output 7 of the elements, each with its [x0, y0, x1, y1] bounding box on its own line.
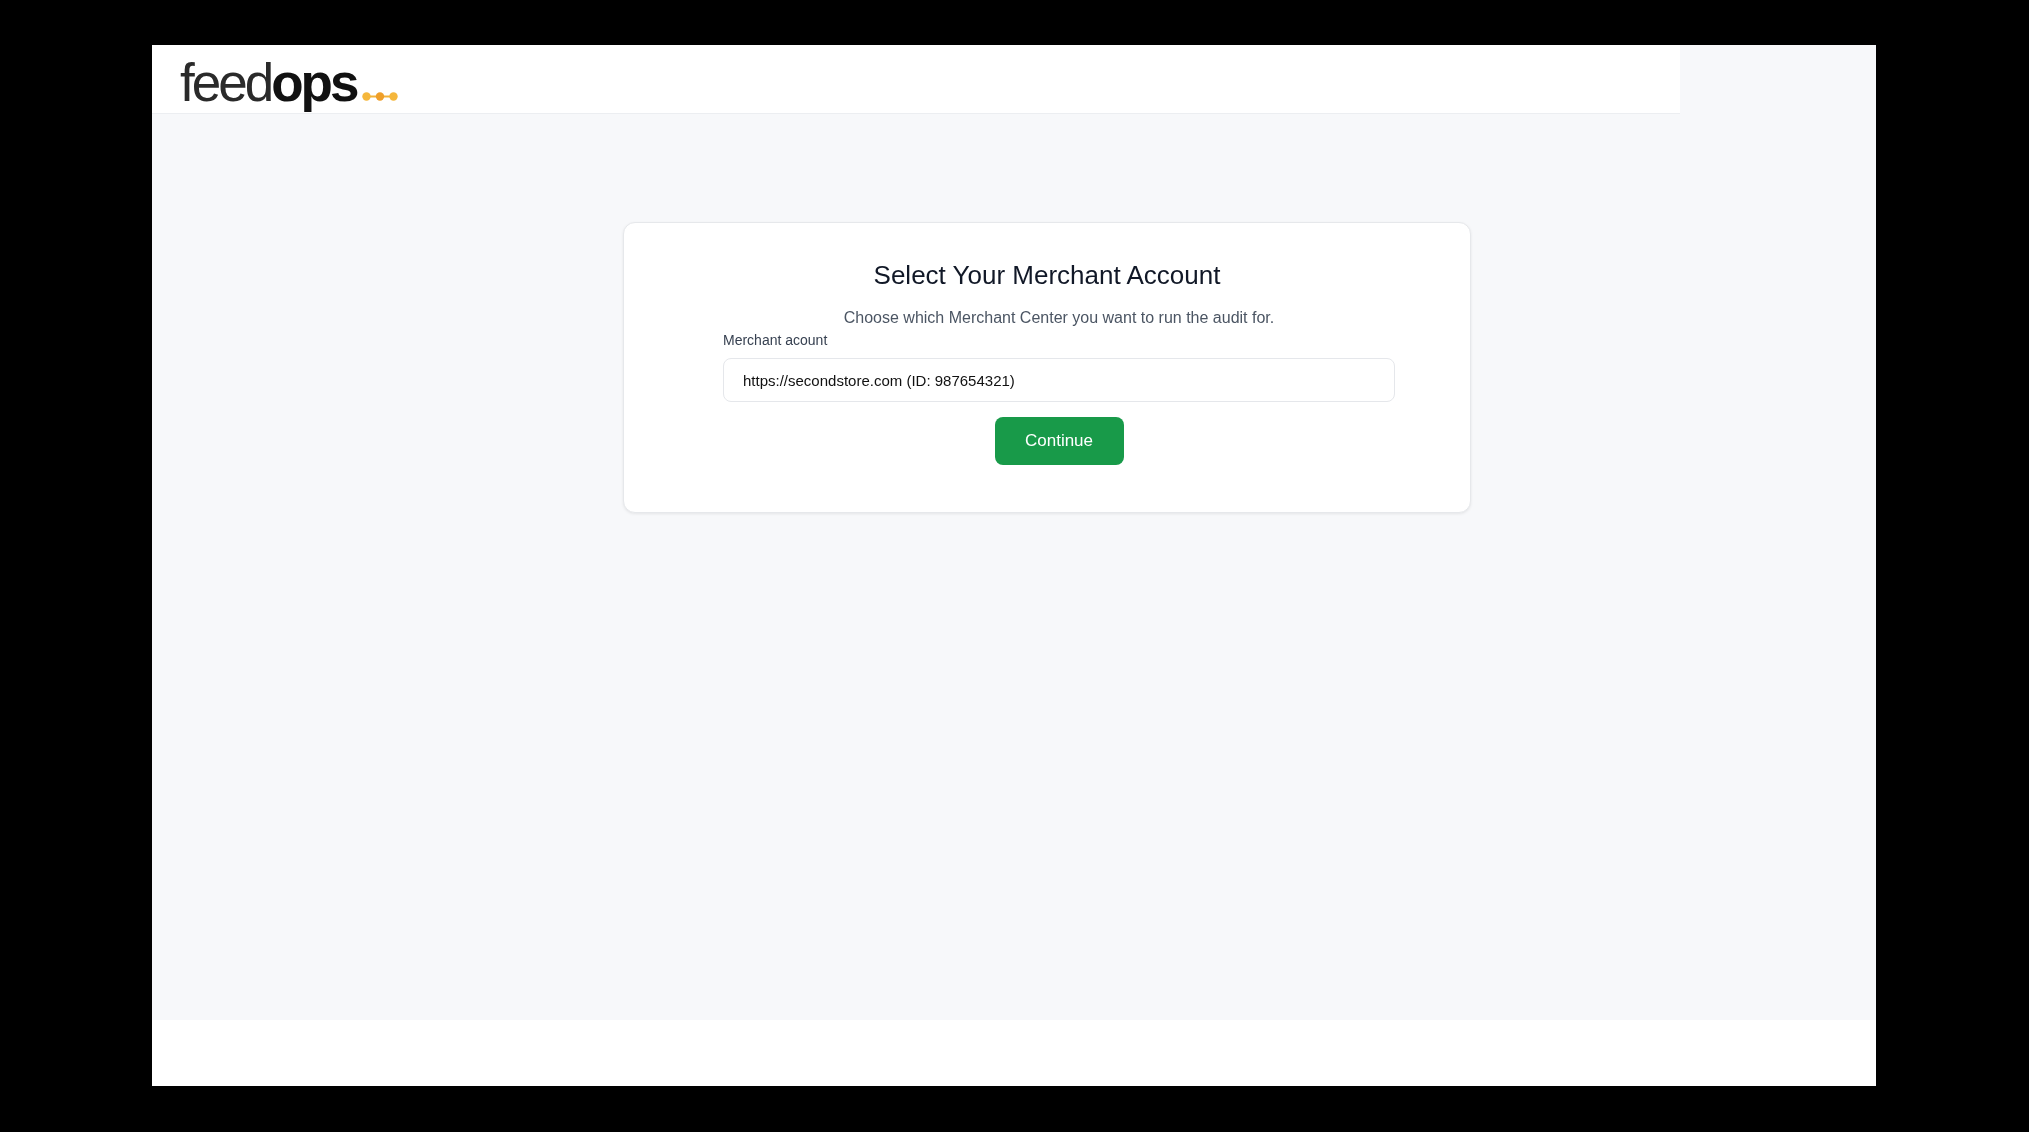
logo-wordmark: feedops	[180, 52, 357, 114]
card-title: Select Your Merchant Account	[872, 260, 1222, 290]
field-label: Merchant acount	[723, 331, 828, 349]
dots-icon	[362, 92, 399, 101]
continue-button[interactable]: Continue	[994, 417, 1124, 465]
merchant-account-field[interactable]: https://secondstore.com (ID: 987654321)	[723, 358, 1395, 402]
card-subtitle: Choose which Merchant Center you want to run the audit for.	[842, 308, 1276, 328]
